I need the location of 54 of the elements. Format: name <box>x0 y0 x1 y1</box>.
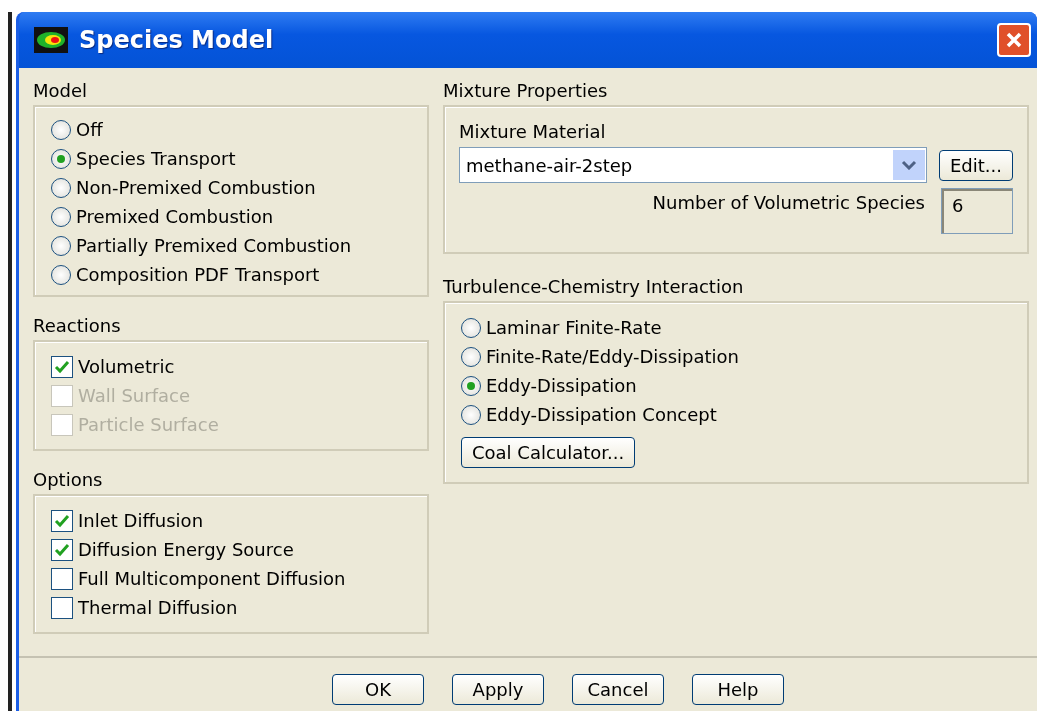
radio-label: Species Transport <box>76 148 236 169</box>
checkbox-label: Volumetric <box>78 356 175 377</box>
dialog-button[interactable]: OK <box>332 674 424 705</box>
group-label: Mixture Properties <box>443 80 609 101</box>
radio-label: Off <box>76 119 103 140</box>
checkbox-label: Inlet Diffusion <box>78 510 204 531</box>
dialog-button[interactable]: Help <box>692 674 784 705</box>
app-icon <box>33 26 69 54</box>
group-label: Options <box>33 469 104 490</box>
field-label: Number of Volumetric Species <box>652 192 925 213</box>
radio-button[interactable] <box>51 206 71 227</box>
species-count-field[interactable]: 6 <box>941 188 1013 234</box>
group-label: Turbulence-Chemistry Interaction <box>443 276 745 297</box>
checkbox[interactable] <box>51 538 73 561</box>
checkbox[interactable] <box>51 567 73 590</box>
group-label: Model <box>33 80 89 101</box>
checkbox-label: Thermal Diffusion <box>78 597 238 618</box>
radio-button[interactable] <box>461 375 481 396</box>
checkbox[interactable] <box>51 355 73 378</box>
dialog-button[interactable]: Apply <box>452 674 544 705</box>
checkmark-icon <box>54 542 70 557</box>
radio-button[interactable] <box>51 119 71 140</box>
radio-button[interactable] <box>461 317 481 338</box>
checkbox-label: Diffusion Energy Source <box>78 539 294 560</box>
coal-calculator-button[interactable]: Coal Calculator... <box>461 437 636 468</box>
radio-button[interactable] <box>51 148 71 169</box>
radio-button[interactable] <box>461 346 481 367</box>
radio-label: Composition PDF Transport <box>76 264 320 285</box>
radio-label: Eddy-Dissipation Concept <box>486 404 717 425</box>
radio-button[interactable] <box>51 264 71 285</box>
dialog-button[interactable]: Cancel <box>572 674 664 705</box>
checkmark-icon <box>54 513 70 528</box>
checkbox-label: Full Multicomponent Diffusion <box>78 568 346 589</box>
radio-label: Finite-Rate/Eddy-Dissipation <box>486 346 740 367</box>
close-button[interactable] <box>997 23 1031 57</box>
checkmark-icon <box>54 359 70 374</box>
field-label: Mixture Material <box>459 121 607 142</box>
mixture-dropdown[interactable]: methane-air-2step <box>459 147 927 183</box>
close-icon <box>1005 31 1023 49</box>
checkbox-label: Particle Surface <box>78 414 219 435</box>
edit-button[interactable]: Edit... <box>938 149 1013 181</box>
radio-button[interactable] <box>461 404 481 425</box>
radio-button[interactable] <box>51 177 71 198</box>
radio-label: Laminar Finite-Rate <box>486 317 662 338</box>
window-title: Species Model <box>79 26 275 54</box>
radio-label: Eddy-Dissipation <box>486 375 637 396</box>
group-label: Reactions <box>33 315 122 336</box>
checkbox-label: Wall Surface <box>78 385 190 406</box>
radio-label: Non-Premixed Combustion <box>76 177 316 198</box>
radio-label: Premixed Combustion <box>76 206 274 227</box>
radio-label: Partially Premixed Combustion <box>76 235 352 256</box>
checkbox[interactable] <box>51 509 73 532</box>
radio-button[interactable] <box>51 235 71 256</box>
checkbox[interactable] <box>51 596 73 619</box>
